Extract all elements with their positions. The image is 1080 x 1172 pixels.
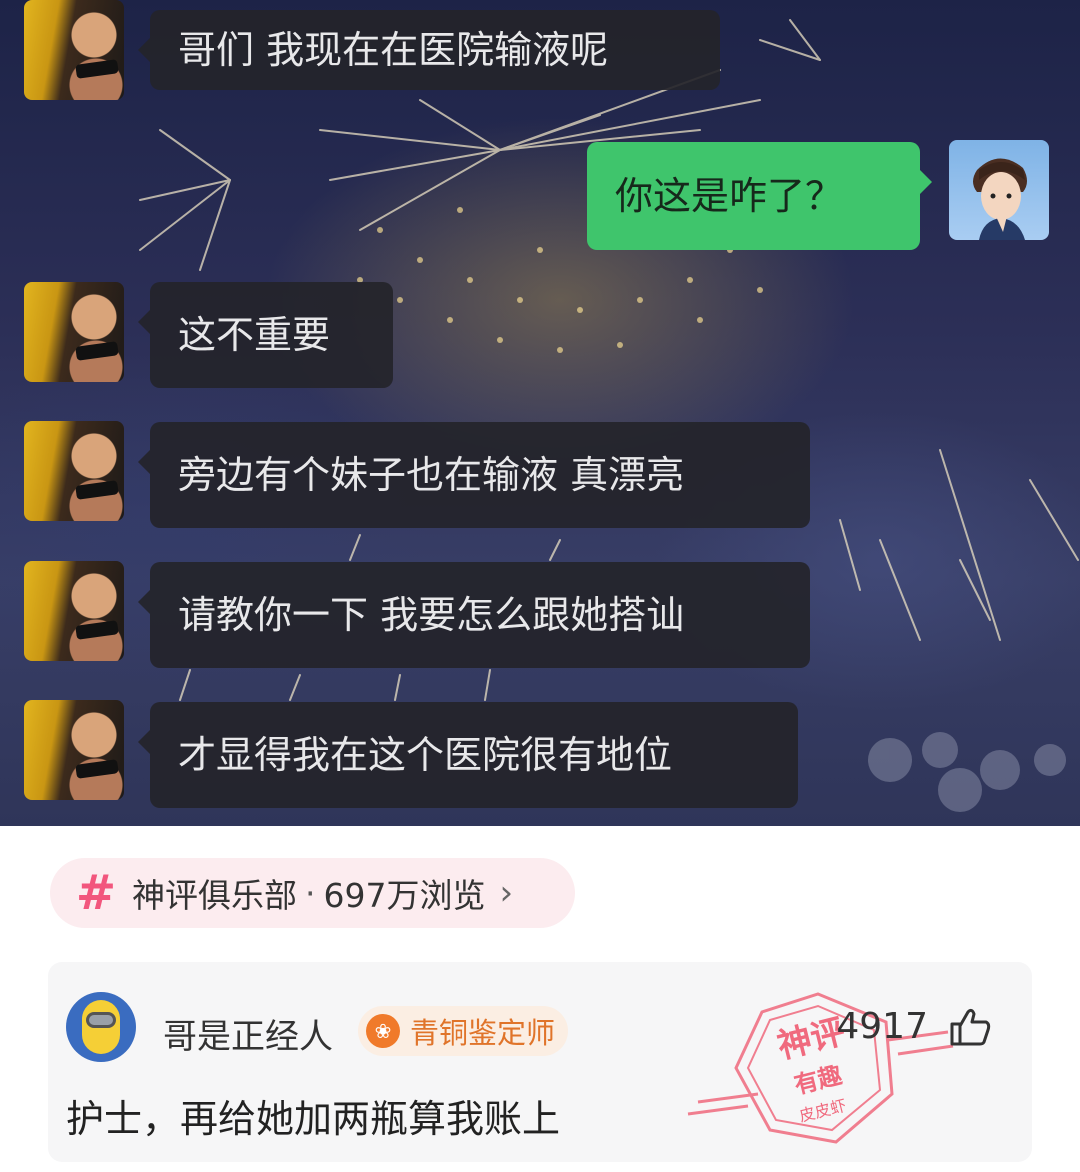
message-bubble-incoming: 哥们 我现在在医院输液呢 xyxy=(138,10,720,90)
user-level-badge[interactable]: ❀ 青铜鉴定师 xyxy=(358,1006,568,1056)
bronze-medal-icon: ❀ xyxy=(366,1014,400,1048)
message-bubble-incoming: 这不重要 xyxy=(138,282,393,388)
topic-tag[interactable]: # 神评俱乐部 · 697万浏览 › xyxy=(50,858,575,928)
commenter-avatar[interactable] xyxy=(66,992,136,1062)
thumbs-up-icon[interactable] xyxy=(948,1004,992,1048)
friend-avatar[interactable] xyxy=(24,0,124,100)
my-avatar[interactable] xyxy=(949,140,1049,240)
message-bubble-incoming: 旁边有个妹子也在输液 真漂亮 xyxy=(138,422,810,528)
chevron-right-icon: › xyxy=(499,873,514,913)
message-bubble-incoming: 才显得我在这个医院很有地位 xyxy=(138,702,798,808)
friend-avatar[interactable] xyxy=(24,421,124,521)
friend-avatar[interactable] xyxy=(24,561,124,661)
anime-character-icon xyxy=(973,158,1027,240)
commenter-username[interactable]: 哥是正经人 xyxy=(163,1009,333,1058)
stamp-line3: 皮皮虾 xyxy=(797,1096,848,1126)
topic-separator: · xyxy=(305,873,316,913)
comment-text: 护士，再给她加两瓶算我账上 xyxy=(66,1097,561,1141)
badge-label: 青铜鉴定师 xyxy=(410,1016,556,1050)
friend-avatar[interactable] xyxy=(24,282,124,382)
message-bubble-incoming: 请教你一下 我要怎么跟她搭讪 xyxy=(138,562,810,668)
message-bubble-outgoing: 你这是咋了？ xyxy=(587,142,932,250)
stamp-line2: 有趣 xyxy=(791,1061,845,1100)
topic-views: 697万浏览 xyxy=(323,876,486,915)
comment-card: 哥是正经人 ❀ 青铜鉴定师 神评 有趣 皮皮虾 4917 护士，再给她加两瓶算我… xyxy=(48,962,1032,1162)
hashtag-icon: # xyxy=(75,865,117,921)
topic-name: 神评俱乐部 xyxy=(132,876,297,915)
friend-avatar[interactable] xyxy=(24,700,124,800)
chat-screenshot: 哥们 我现在在医院输液呢 你这是咋了？ 这不重要 旁边有个妹子也在输液 真漂亮 … xyxy=(0,0,1080,826)
like-count: 4917 xyxy=(836,1006,928,1047)
